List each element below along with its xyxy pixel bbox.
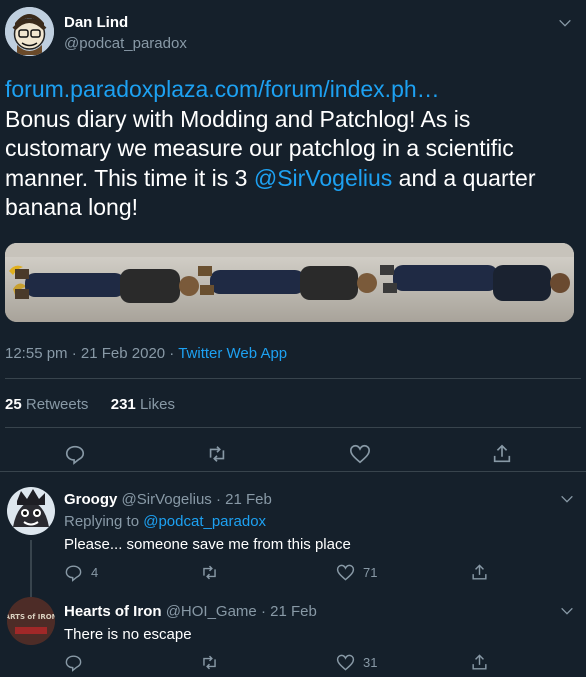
mention-link[interactable]: @SirVogelius: [254, 165, 392, 191]
reply-text: There is no escape: [64, 626, 192, 643]
tweet-time[interactable]: 12:55 pm: [5, 345, 68, 362]
retweet-icon: [203, 655, 216, 669]
reply-tweet[interactable]: HEARTS of IRON IV Hearts of Iron @HOI_Ga…: [0, 585, 586, 677]
share-icon[interactable]: [491, 443, 513, 465]
likes-count: 231: [110, 396, 136, 413]
reply-author-handle[interactable]: @SirVogelius: [122, 491, 212, 508]
reply-text: Please... someone save me from this plac…: [64, 536, 351, 553]
tweet-link[interactable]: forum.paradoxplaza.com/forum/index.ph…: [5, 76, 440, 102]
share-icon: [472, 563, 487, 580]
replying-label: Replying to: [64, 513, 144, 530]
retweets-label: Retweets: [25, 396, 89, 413]
avatar[interactable]: [7, 487, 55, 535]
like-action[interactable]: 31: [336, 652, 377, 672]
reply-tweet[interactable]: Groogy @SirVogelius · 21 Feb Replying to…: [0, 472, 586, 585]
retweet-icon: [203, 565, 216, 579]
divider: [5, 427, 581, 428]
author-name[interactable]: Dan Lind: [64, 14, 128, 31]
tweet-date[interactable]: 21 Feb 2020: [81, 345, 165, 362]
retweet-action[interactable]: [200, 562, 227, 582]
like-count: 31: [363, 654, 378, 670]
retweets-count: 25: [5, 396, 22, 413]
reply-dot: ·: [215, 491, 221, 508]
reply-count: 4: [91, 564, 99, 580]
replying-to-link[interactable]: @podcat_paradox: [143, 513, 266, 530]
logo-text: HEARTS of IRON IV: [7, 613, 55, 621]
tweet-photo[interactable]: [5, 243, 574, 322]
avatar[interactable]: HEARTS of IRON IV: [7, 597, 55, 645]
reply-author-name[interactable]: Groogy: [64, 491, 117, 508]
divider: [5, 378, 581, 379]
like-icon[interactable]: [349, 443, 371, 465]
chevron-down-icon[interactable]: [557, 15, 573, 31]
avatar[interactable]: [5, 7, 54, 56]
reply-author: Hearts of Iron @HOI_Game · 21 Feb: [64, 603, 317, 620]
retweet-icon[interactable]: [206, 443, 228, 465]
retweets-stat[interactable]: 25 Retweets: [5, 396, 88, 413]
reply-author: Groogy @SirVogelius · 21 Feb: [64, 491, 272, 508]
like-action[interactable]: 71: [336, 562, 377, 582]
reply-action[interactable]: 4: [64, 562, 98, 582]
reply-author-handle[interactable]: @HOI_Game: [166, 603, 257, 620]
retweet-action[interactable]: [200, 652, 227, 672]
chevron-down-icon[interactable]: [559, 491, 575, 507]
like-count: 71: [363, 564, 378, 580]
share-icon: [472, 653, 487, 670]
chevron-down-icon[interactable]: [559, 603, 575, 619]
tweet-text: forum.paradoxplaza.com/forum/index.ph… B…: [5, 75, 575, 223]
tweet-stats: 25 Retweets 231 Likes: [5, 396, 175, 413]
reply-icon[interactable]: [64, 443, 86, 465]
reply-date[interactable]: 21 Feb: [225, 491, 272, 508]
like-icon: [336, 564, 355, 581]
share-action[interactable]: [470, 562, 489, 582]
main-tweet: Dan Lind @podcat_paradox forum.paradoxpl…: [0, 0, 586, 471]
likes-stat[interactable]: 231 Likes: [111, 396, 175, 413]
likes-label: Likes: [139, 396, 175, 413]
reply-dot: ·: [260, 603, 266, 620]
reply-date[interactable]: 21 Feb: [270, 603, 317, 620]
reply-icon: [65, 564, 82, 582]
like-icon: [336, 654, 355, 671]
replying-to: Replying to @podcat_paradox: [64, 513, 266, 530]
reply-icon: [65, 654, 82, 672]
tweet-source[interactable]: Twitter Web App: [178, 345, 287, 362]
thread-line: [30, 540, 32, 585]
tweet-meta: 12:55 pm · 21 Feb 2020 · Twitter Web App: [5, 345, 288, 362]
reply-author-name[interactable]: Hearts of Iron: [64, 603, 162, 620]
author-handle[interactable]: @podcat_paradox: [64, 35, 187, 52]
thread-line: [30, 585, 32, 597]
share-action[interactable]: [470, 652, 489, 672]
reply-action[interactable]: [64, 652, 91, 672]
